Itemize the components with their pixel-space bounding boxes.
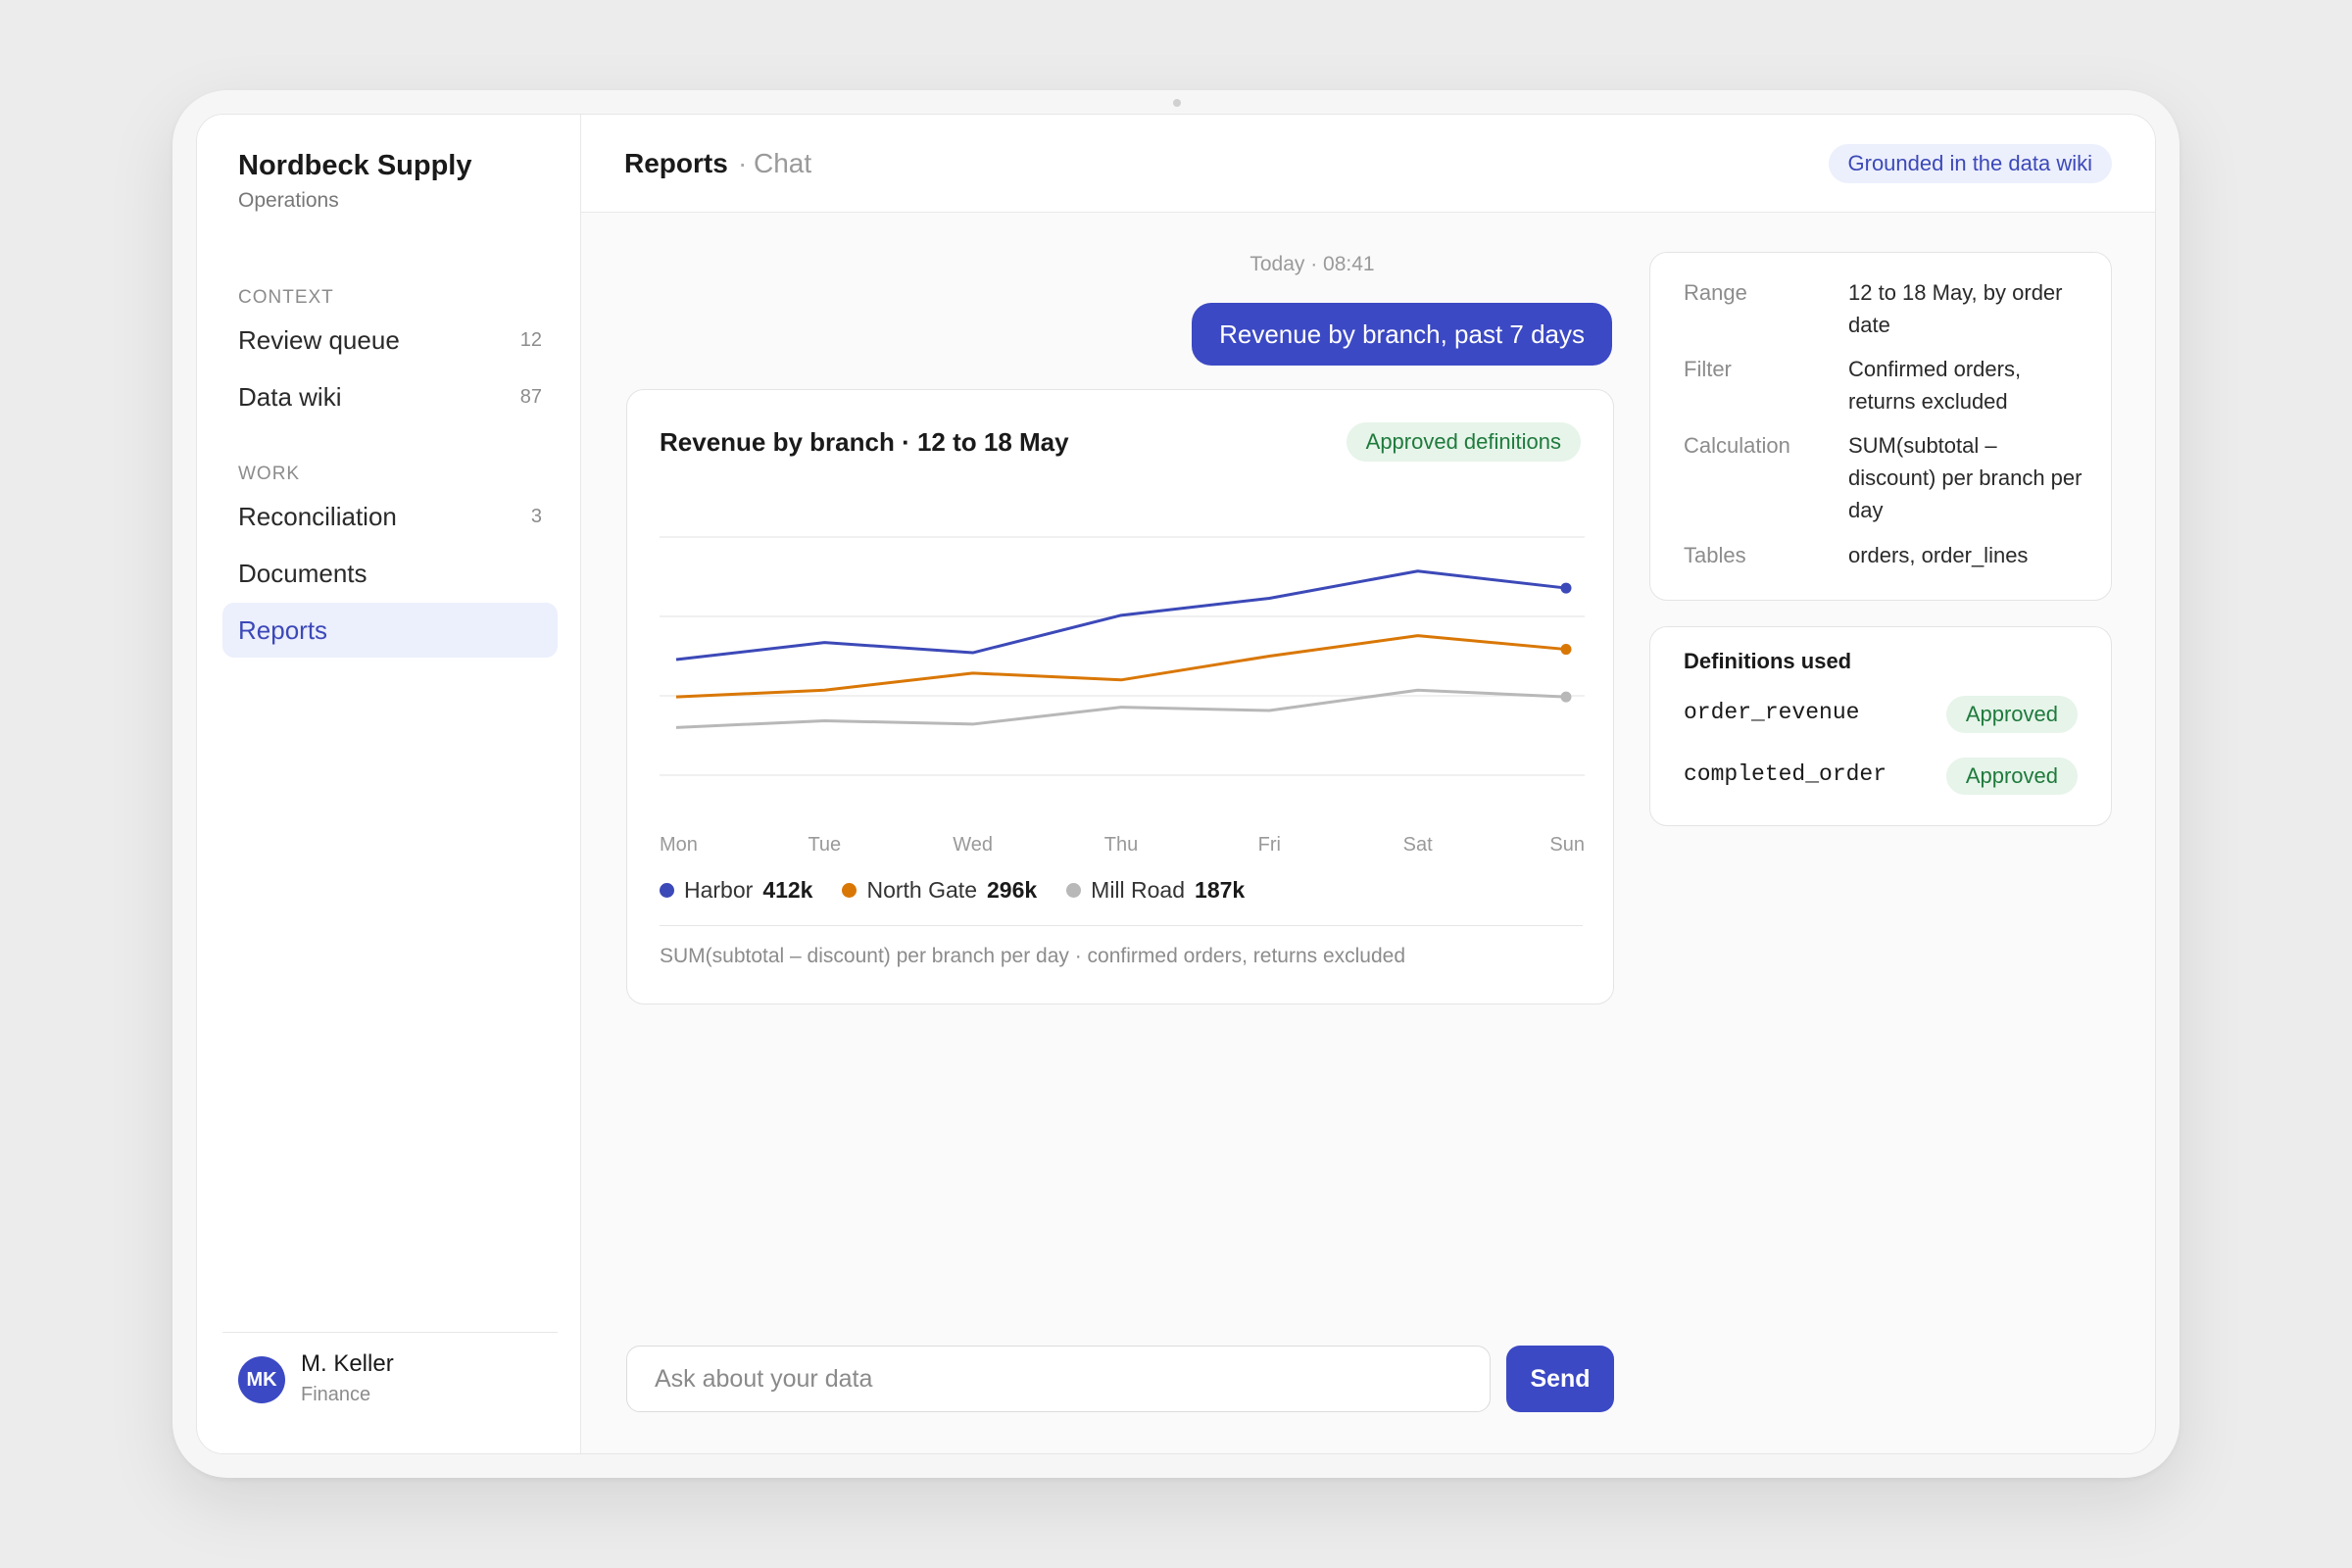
x-tick-label: Fri: [1258, 834, 1281, 856]
org-subtitle: Operations: [238, 189, 339, 212]
chart-legend: Harbor 412k North Gate 296k Mill Road 187k: [660, 877, 1245, 904]
definitions-title: Definitions used: [1684, 649, 1852, 673]
series-endpoint-mill-road: [1560, 691, 1572, 703]
series-endpoint-harbor: [1560, 582, 1572, 594]
legend-dot: [842, 883, 858, 898]
org-name: Nordbeck Supply: [238, 150, 472, 181]
info-label-filter: Filter: [1684, 357, 1732, 381]
series-line-harbor: [675, 569, 1567, 662]
info-value-filter: Confirmed orders, returns excluded: [1848, 357, 2022, 414]
sidebar-item-count: 12: [519, 328, 542, 351]
x-tick-label: Sat: [1403, 834, 1433, 856]
send-button[interactable]: Send: [1506, 1346, 1614, 1412]
camera-dot: [1173, 99, 1181, 107]
info-value-tables: orders, order_lines: [1848, 543, 2029, 567]
legend-series-total: 412k: [762, 877, 813, 903]
legend-item: Harbor 412k: [660, 877, 812, 904]
info-value-calculation: SUM(subtotal – discount) per branch per …: [1848, 433, 2082, 522]
x-tick-label: Sun: [1549, 834, 1585, 856]
legend-series-total: 296k: [986, 877, 1038, 903]
sidebar-item-label: Documents: [238, 558, 368, 588]
legend-series-name: North Gate: [866, 877, 977, 903]
status-badge: Approved: [1945, 696, 2078, 733]
sidebar-divider: [222, 1332, 558, 1333]
sidebar-item-count: 87: [519, 385, 542, 408]
query-details-card: Range 12 to 18 May, by order date Filter…: [1649, 252, 2112, 601]
series-endpoint-north-gate: [1560, 644, 1572, 656]
legend-dot: [1066, 883, 1082, 898]
sidebar-item-data-wiki[interactable]: Data wiki 87: [222, 369, 558, 424]
legend-item: North Gate 296k: [842, 877, 1037, 904]
user-role: Finance: [301, 1384, 371, 1405]
legend-dot: [660, 883, 674, 898]
info-label-range: Range: [1684, 280, 1747, 305]
chat-input[interactable]: [626, 1346, 1491, 1412]
card-divider: [660, 925, 1583, 926]
sidebar-item-count: 3: [530, 505, 542, 527]
page-title: Reports: [624, 148, 728, 178]
definition-completed-order[interactable]: completed_order: [1684, 761, 1886, 787]
legend-series-total: 187k: [1195, 877, 1246, 903]
definitions-card: Definitions used order_revenue Approved …: [1649, 626, 2112, 826]
chart-footnote: SUM(subtotal – discount) per branch per …: [660, 945, 1406, 967]
app-screen: Nordbeck Supply Operations CONTEXT Revie…: [196, 114, 2156, 1454]
info-label-calculation: Calculation: [1684, 433, 1790, 458]
title-separator: ·: [738, 148, 748, 178]
section-label-context: CONTEXT: [238, 287, 334, 308]
sidebar-item-reports[interactable]: Reports: [222, 603, 558, 658]
info-value-range: 12 to 18 May, by order date: [1848, 280, 2063, 337]
sidebar: Nordbeck Supply Operations CONTEXT Revie…: [197, 115, 581, 1453]
legend-series-name: Mill Road: [1091, 877, 1186, 903]
avatar[interactable]: MK: [238, 1356, 285, 1403]
x-tick-label: Wed: [953, 834, 993, 856]
info-label-tables: Tables: [1684, 543, 1746, 567]
user-name: M. Keller: [301, 1350, 394, 1377]
section-label-work: WORK: [238, 464, 301, 484]
x-tick-label: Tue: [808, 834, 841, 856]
page-header: Reports · Chat Grounded in the data wiki: [581, 115, 2155, 213]
sidebar-item-label: Reconciliation: [238, 501, 397, 531]
sidebar-item-reconciliation[interactable]: Reconciliation 3: [222, 489, 558, 544]
message-timestamp: Today · 08:41: [1250, 253, 1375, 275]
sidebar-item-label: Review queue: [238, 324, 400, 355]
user-message-bubble: Revenue by branch, past 7 days: [1192, 303, 1612, 366]
x-tick-label: Mon: [660, 834, 698, 856]
definition-order-revenue[interactable]: order_revenue: [1684, 700, 1859, 725]
page-subtitle: Chat: [754, 148, 812, 178]
legend-series-name: Harbor: [684, 877, 754, 903]
sidebar-item-review-queue[interactable]: Review queue 12: [222, 313, 558, 368]
line-chart: Mon Tue Wed Thu Fri Sat Sun: [660, 536, 1585, 856]
x-tick-label: Thu: [1104, 834, 1138, 856]
legend-item: Mill Road 187k: [1066, 877, 1245, 904]
sidebar-item-label: Reports: [238, 614, 328, 645]
chart-card: Revenue by branch · 12 to 18 May Approve…: [626, 389, 1614, 1004]
grounded-badge: Grounded in the data wiki: [1828, 144, 2112, 183]
sidebar-item-documents[interactable]: Documents: [222, 546, 558, 601]
sidebar-item-label: Data wiki: [238, 381, 342, 412]
status-badge: Approved: [1945, 758, 2078, 795]
